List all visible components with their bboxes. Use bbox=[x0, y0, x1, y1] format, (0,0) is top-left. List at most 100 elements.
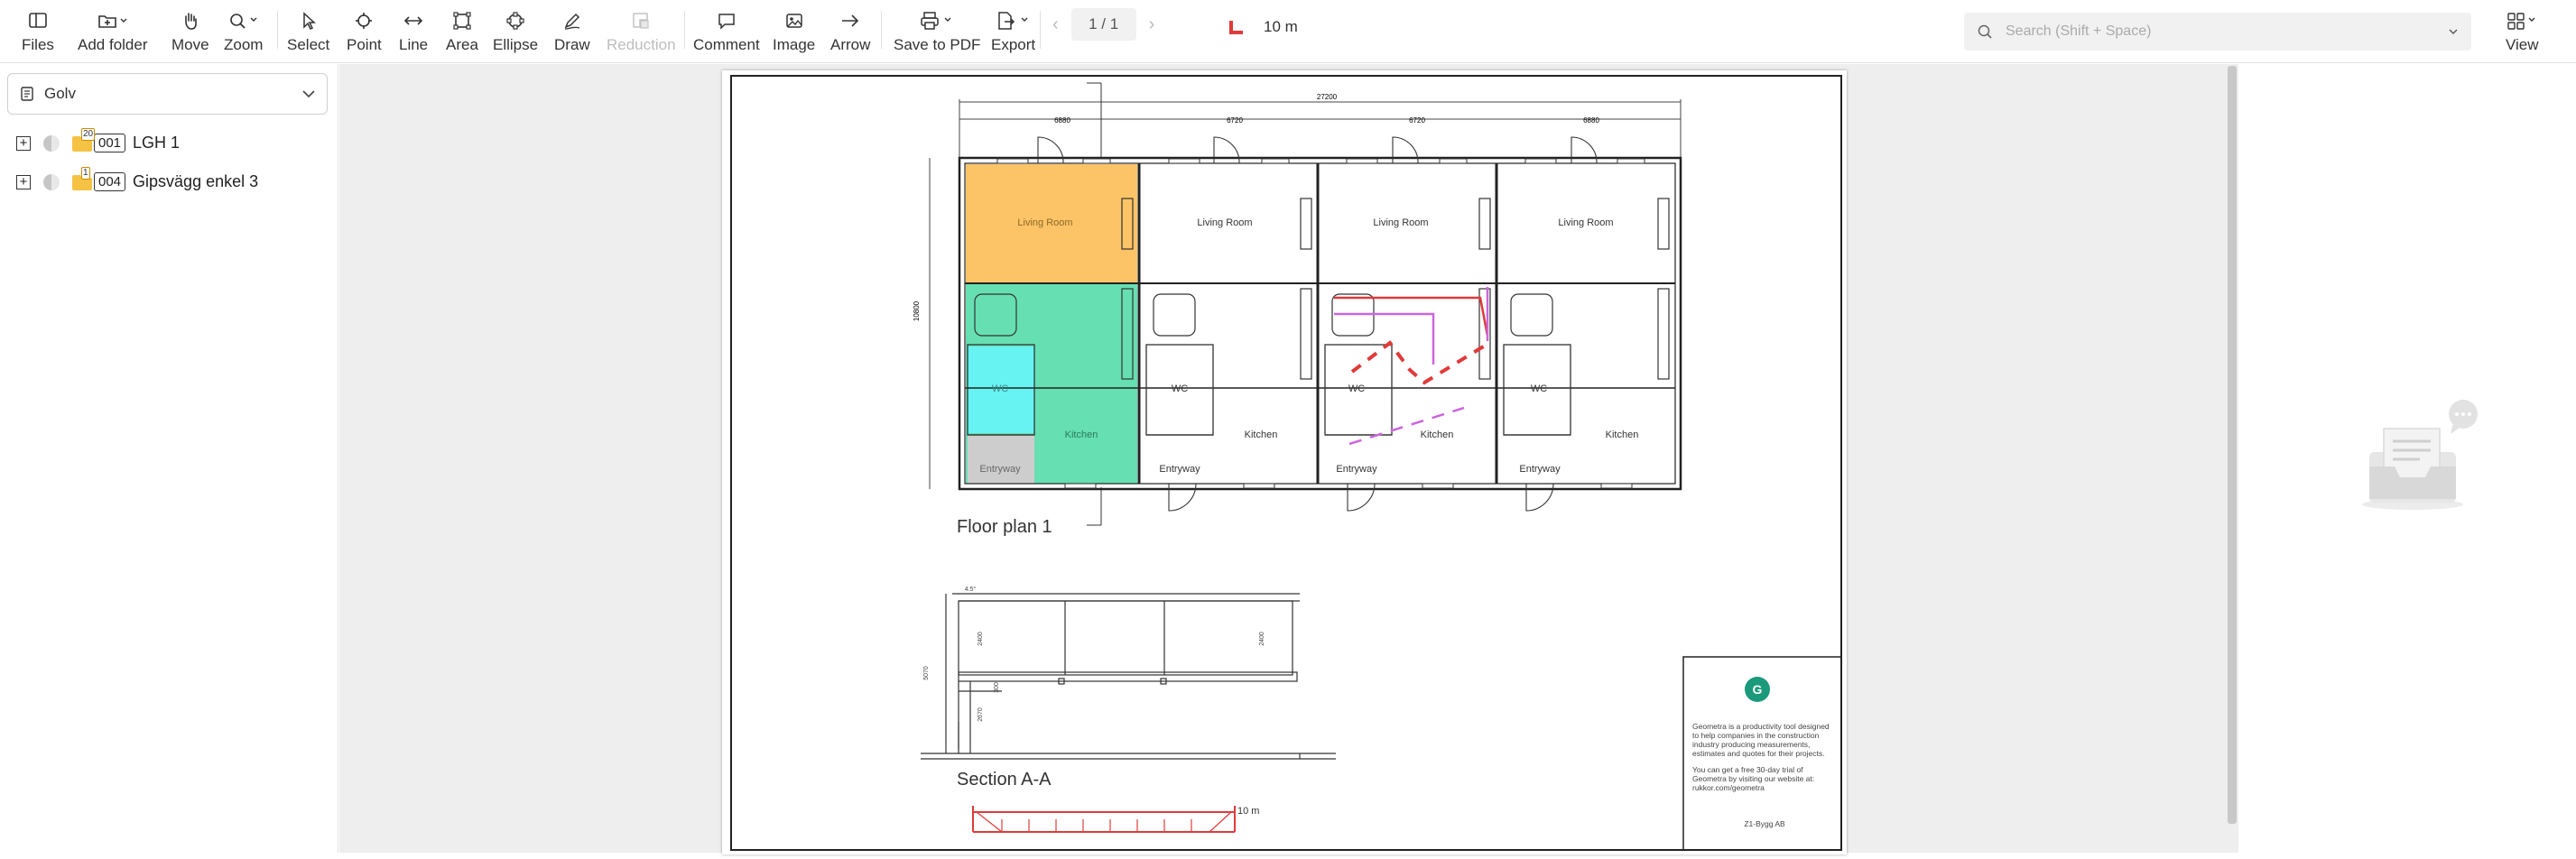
section-dimension: 5070 bbox=[923, 666, 930, 680]
add-folder-label: Add folder bbox=[78, 36, 148, 53]
page-navigator: ‹ 1 / 1 › bbox=[1052, 8, 1155, 41]
logo-letter: G bbox=[1753, 682, 1763, 697]
line-label: Line bbox=[399, 36, 429, 53]
next-page-icon[interactable]: › bbox=[1149, 14, 1155, 35]
area-button[interactable]: Area bbox=[446, 9, 478, 54]
titleblock-text-2: You can get a free 30-day trial of Geome… bbox=[1692, 765, 1815, 792]
line-button[interactable]: Line bbox=[399, 9, 428, 54]
comments-panel bbox=[2239, 64, 2576, 853]
search-box[interactable]: Search (Shift + Space) bbox=[1964, 13, 2471, 51]
draw-label: Draw bbox=[554, 36, 590, 53]
drawing-canvas[interactable]: 27200 6880 6720 6720 6880 10800 Living R… bbox=[339, 64, 2238, 854]
overall-dimension: 27200 bbox=[1317, 93, 1338, 101]
section-dimension: 2400 bbox=[978, 632, 984, 646]
image-button[interactable]: Image bbox=[773, 9, 815, 54]
scale-value: 10 m bbox=[1264, 18, 1298, 35]
empty-inbox-illustration-icon bbox=[2362, 400, 2478, 510]
reduction-label: Reduction bbox=[607, 36, 676, 53]
hand-icon bbox=[181, 9, 200, 32]
cursor-icon bbox=[300, 9, 318, 32]
ellipse-label: Ellipse bbox=[493, 36, 539, 53]
comment-button[interactable]: Comment bbox=[693, 9, 760, 54]
toolbar-divider bbox=[881, 11, 882, 49]
room-label-kitchen: Kitchen bbox=[1421, 430, 1454, 440]
vertical-scrollbar[interactable] bbox=[2228, 66, 2237, 824]
reduction-button[interactable]: Reduction bbox=[607, 9, 676, 54]
add-folder-button[interactable]: Add folder bbox=[78, 9, 148, 54]
comment-icon bbox=[717, 9, 737, 32]
zoom-icon bbox=[227, 9, 260, 32]
folder-icon: 1 bbox=[72, 166, 92, 190]
select-button[interactable]: Select bbox=[287, 9, 329, 54]
room-label-entryway: Entryway bbox=[979, 464, 1021, 475]
scale-bar[interactable]: 10 m bbox=[972, 806, 1259, 833]
toolbar-divider bbox=[277, 11, 278, 49]
titleblock-text-1: Geometra is a productivity tool designed… bbox=[1692, 722, 1830, 758]
folder-name: Gipsvägg enkel 3 bbox=[133, 172, 259, 190]
room-label-wc: WC bbox=[1172, 383, 1188, 394]
prev-page-icon[interactable]: ‹ bbox=[1052, 14, 1059, 35]
layer-select[interactable]: Golv bbox=[7, 73, 328, 115]
expand-icon[interactable]: + bbox=[16, 135, 31, 151]
export-icon bbox=[996, 9, 1032, 32]
document-icon bbox=[21, 87, 33, 101]
bay-dimension: 6720 bbox=[1409, 116, 1425, 125]
page-number-field[interactable]: 1 / 1 bbox=[1070, 8, 1136, 41]
zoom-button[interactable]: Zoom bbox=[224, 9, 263, 54]
drawing-sheet[interactable]: 27200 6880 6720 6720 6880 10800 Living R… bbox=[722, 70, 1847, 854]
layer-select-value: Golv bbox=[44, 85, 76, 102]
section-title: Section A-A bbox=[957, 770, 1052, 790]
visibility-pie-icon[interactable] bbox=[43, 134, 60, 152]
ellipse-button[interactable]: Ellipse bbox=[493, 9, 538, 54]
room-label-entryway: Entryway bbox=[1159, 464, 1200, 475]
room-label-living: Living Room bbox=[1017, 217, 1072, 228]
search-icon bbox=[1978, 24, 1992, 39]
comment-label: Comment bbox=[693, 36, 760, 53]
section-dimension: 4.5° bbox=[965, 586, 977, 593]
search-dropdown-icon[interactable] bbox=[2448, 27, 2459, 36]
add-folder-icon bbox=[97, 9, 129, 32]
folder-row[interactable]: + 20 001 LGH 1 bbox=[16, 127, 180, 152]
pencil-icon bbox=[562, 9, 582, 32]
room-label-living: Living Room bbox=[1197, 217, 1252, 228]
draw-button[interactable]: Draw bbox=[554, 9, 590, 54]
expand-icon[interactable]: + bbox=[16, 174, 31, 189]
area-icon bbox=[452, 9, 472, 32]
titleblock-footer: Z1-Bygg AB bbox=[1744, 819, 1785, 828]
bay-dimension: 6880 bbox=[1054, 116, 1070, 125]
toolbar-divider bbox=[1040, 11, 1041, 49]
area-label: Area bbox=[446, 36, 478, 53]
room-label-wc: WC bbox=[1531, 383, 1547, 394]
room-label-wc: WC bbox=[992, 383, 1008, 394]
measure-line-red[interactable] bbox=[1334, 296, 1489, 337]
select-label: Select bbox=[287, 36, 330, 53]
measure-line-magenta[interactable] bbox=[1334, 312, 1435, 365]
arrow-label: Arrow bbox=[830, 36, 871, 53]
files-label: Files bbox=[22, 36, 54, 53]
move-button[interactable]: Move bbox=[171, 9, 209, 54]
scale-icon bbox=[1229, 21, 1243, 34]
measure-dashed-red[interactable] bbox=[1350, 340, 1491, 385]
image-label: Image bbox=[773, 36, 816, 53]
arrow-button[interactable]: Arrow bbox=[830, 9, 870, 54]
folder-row[interactable]: + 1 004 Gipsvägg enkel 3 bbox=[16, 166, 259, 191]
scale-indicator[interactable]: 10 m bbox=[1228, 18, 1298, 36]
room-label-entryway: Entryway bbox=[1519, 464, 1561, 475]
room-label-kitchen: Kitchen bbox=[1606, 430, 1639, 440]
image-icon bbox=[784, 9, 804, 32]
arrow-right-icon bbox=[839, 9, 861, 32]
point-label: Point bbox=[347, 36, 382, 53]
visibility-pie-icon[interactable] bbox=[43, 173, 60, 190]
point-button[interactable]: Point bbox=[347, 9, 382, 54]
folder-code: 001 bbox=[94, 134, 126, 152]
room-label-wc: WC bbox=[1348, 383, 1365, 394]
height-dimension: 10800 bbox=[913, 300, 921, 321]
files-button[interactable]: Files bbox=[22, 9, 54, 54]
view-button[interactable]: View bbox=[2506, 9, 2539, 54]
export-button[interactable]: Export bbox=[991, 9, 1035, 54]
save-pdf-button[interactable]: Save to PDF bbox=[894, 9, 980, 54]
scale-bar-label: 10 m bbox=[1237, 806, 1259, 817]
main-toolbar: Files Add folder Move Zoom Select Point … bbox=[0, 0, 2576, 63]
crosshair-icon bbox=[354, 9, 374, 32]
page-number-text: 1 / 1 bbox=[1089, 15, 1119, 32]
